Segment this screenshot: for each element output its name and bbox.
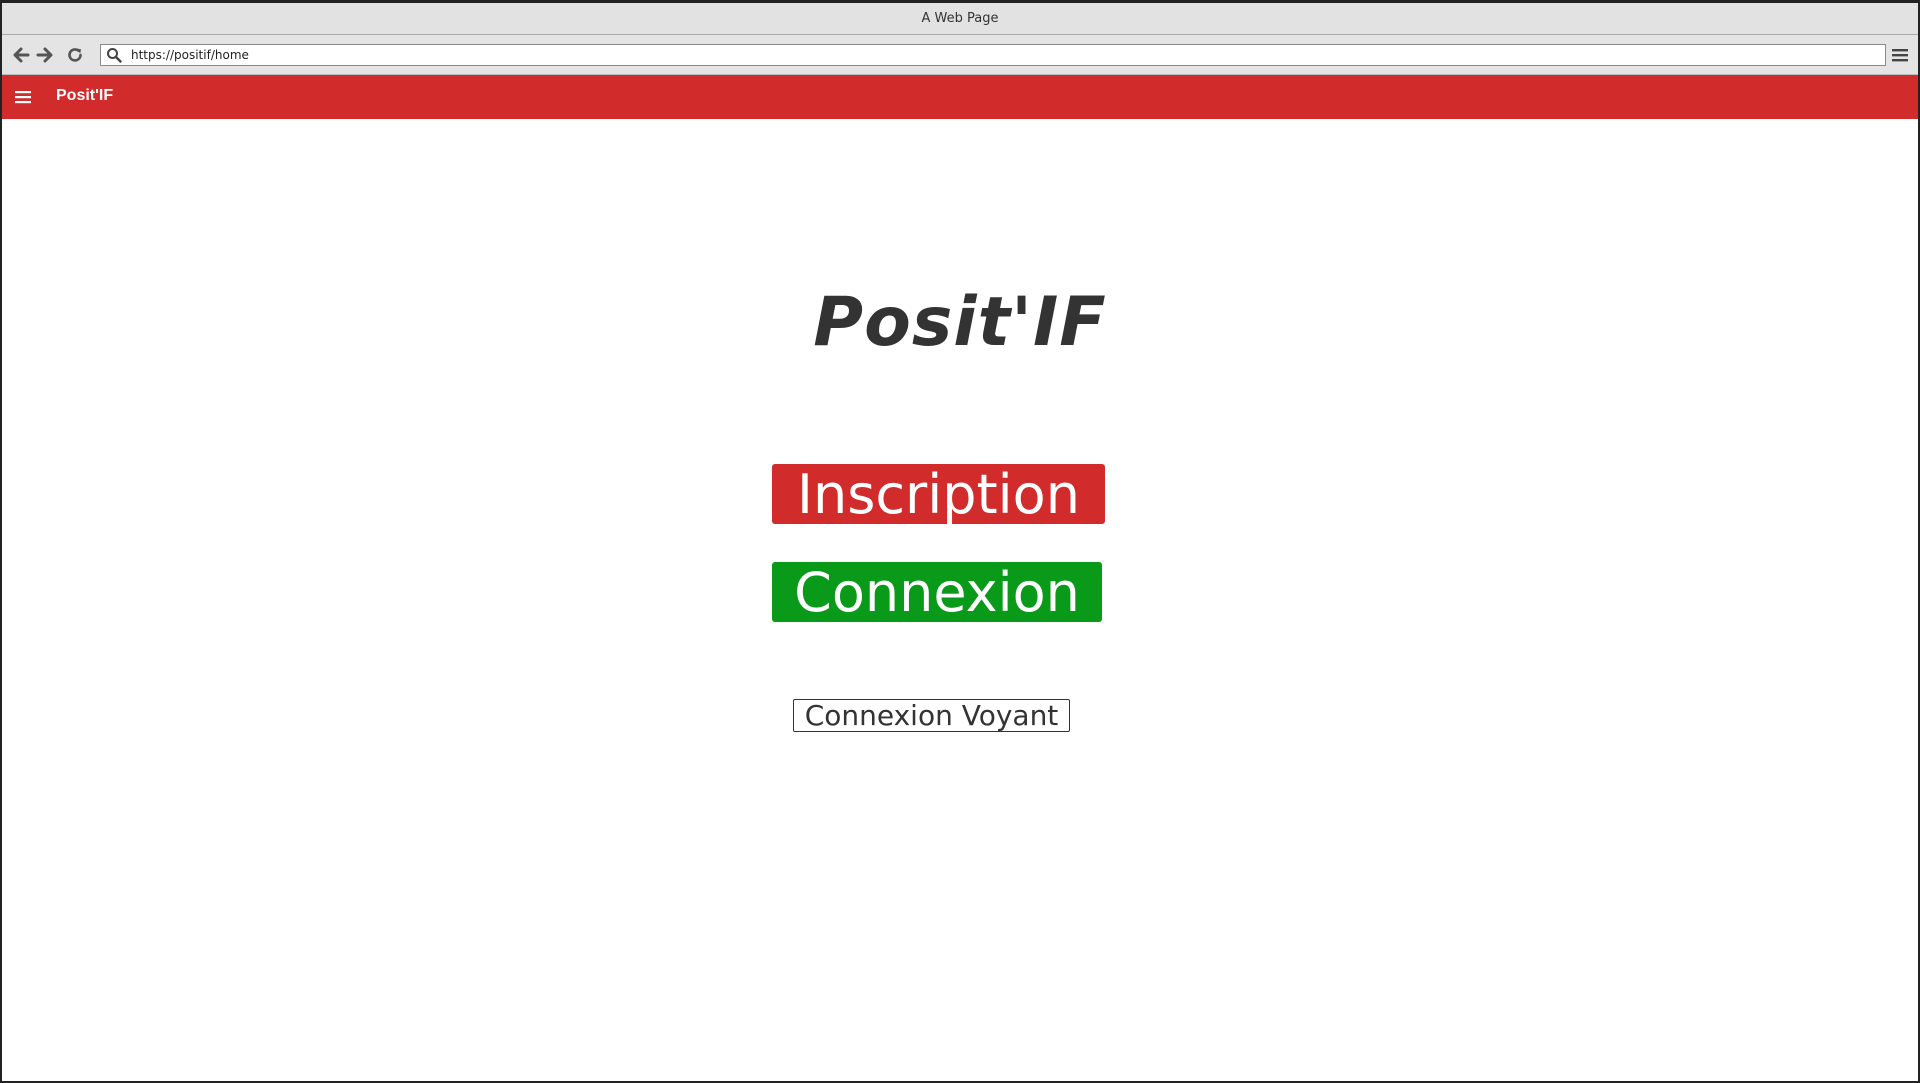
reload-icon	[68, 48, 82, 62]
browser-menu-button[interactable]	[1890, 45, 1910, 65]
connexion-button[interactable]: Connexion	[772, 561, 1102, 624]
arrow-right-icon	[36, 47, 53, 63]
browser-window: A Web Page https://positif/home Posit'IF…	[0, 0, 1920, 1083]
browser-toolbar: https://positif/home	[2, 35, 1918, 75]
brand-title: Posit'IF	[813, 283, 1107, 362]
address-bar[interactable]: https://positif/home	[100, 44, 1886, 66]
forward-button[interactable]	[34, 44, 56, 66]
app-title[interactable]: Posit'IF	[56, 87, 113, 105]
back-button[interactable]	[10, 44, 32, 66]
window-titlebar: A Web Page	[2, 3, 1918, 35]
app-header: Posit'IF	[2, 75, 1918, 119]
window-title: A Web Page	[921, 11, 999, 26]
arrow-left-icon	[13, 47, 30, 63]
hamburger-button[interactable]	[14, 88, 32, 106]
url-text: https://positif/home	[131, 48, 249, 62]
hamburger-icon	[15, 91, 31, 104]
inscription-button[interactable]: Inscription	[772, 463, 1105, 526]
menu-icon	[1892, 49, 1908, 62]
connexion-voyant-button[interactable]: Connexion Voyant	[793, 699, 1070, 732]
reload-button[interactable]	[64, 44, 86, 66]
search-icon	[103, 45, 125, 65]
